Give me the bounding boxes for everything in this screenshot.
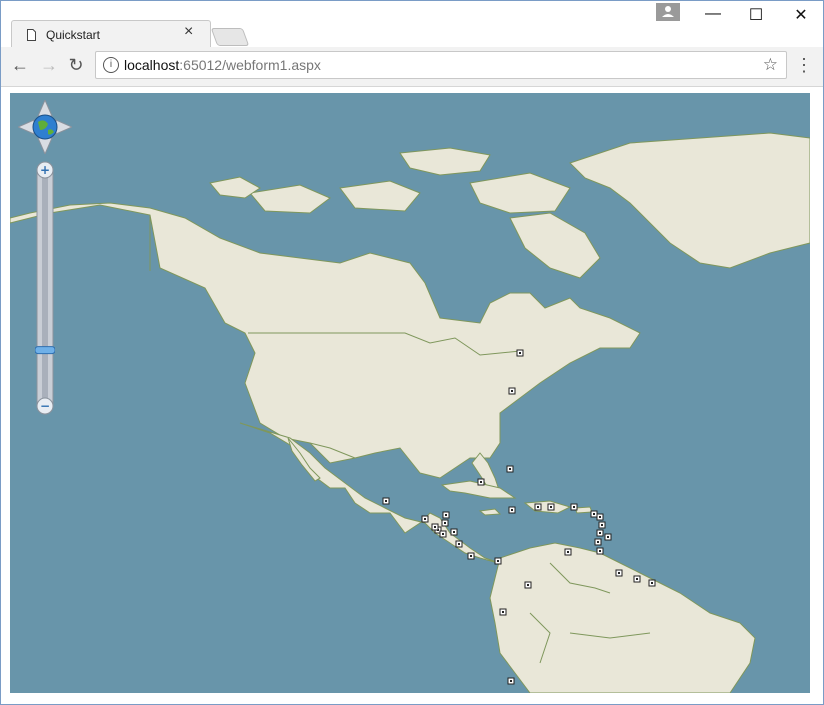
map-marker-dot [599, 532, 601, 534]
map-marker-dot [385, 500, 387, 502]
map-marker-dot [444, 522, 446, 524]
zoom-slider[interactable]: + − [34, 160, 56, 416]
profile-icon[interactable] [656, 3, 680, 21]
map-marker-dot [470, 555, 472, 557]
map-marker-dot [599, 550, 601, 552]
map-marker-dot [607, 536, 609, 538]
url-path: :65012/webform1.aspx [179, 57, 321, 73]
map-marker-dot [599, 516, 601, 518]
map-marker-dot [511, 509, 513, 511]
reload-button[interactable]: ↻ [64, 55, 88, 76]
map-marker-dot [636, 578, 638, 580]
bookmark-star-icon[interactable]: ☆ [763, 55, 778, 75]
map-marker-dot [601, 524, 603, 526]
user-icon [662, 6, 674, 17]
map-marker-dot [519, 352, 521, 354]
map-marker-dot [573, 506, 575, 508]
url-text[interactable]: localhost:65012/webform1.aspx [124, 57, 321, 73]
url-host: localhost [124, 57, 180, 73]
map-marker-dot [445, 514, 447, 516]
map-marker-dot [442, 533, 444, 535]
map-marker-dot [567, 551, 569, 553]
zoom-in-label: + [40, 163, 50, 177]
map-marker-dot [502, 611, 504, 613]
maximize-button[interactable]: ☐ [741, 5, 771, 25]
map-svg [10, 93, 810, 693]
pan-down-icon [37, 137, 53, 154]
pan-right-icon [55, 119, 72, 135]
back-button[interactable]: ← [8, 55, 32, 76]
map-marker-dot [458, 543, 460, 545]
pan-up-icon [37, 100, 53, 117]
pan-control[interactable] [18, 100, 72, 154]
new-tab-button[interactable] [210, 28, 250, 46]
map-marker-dot [597, 541, 599, 543]
zoom-slider-svg: + − [34, 161, 56, 415]
puerto-rico [574, 506, 593, 514]
map-marker-dot [593, 513, 595, 515]
map-marker-dot [497, 560, 499, 562]
minimize-button[interactable]: — [698, 5, 728, 23]
zoom-thumb[interactable] [34, 346, 56, 355]
tab-title: Quickstart [46, 28, 101, 42]
map-marker-dot [434, 526, 436, 528]
map-marker-dot [651, 582, 653, 584]
map-marker-dot [527, 584, 529, 586]
map-canvas[interactable]: + − [10, 93, 810, 693]
pan-left-icon [18, 119, 35, 135]
close-window-button[interactable]: ✕ [786, 5, 816, 25]
menu-icon[interactable]: ⋮ [795, 55, 813, 76]
address-bar[interactable]: i localhost:65012/webform1.aspx ☆ [95, 51, 787, 79]
map-marker-dot [618, 572, 620, 574]
map-marker-dot [510, 680, 512, 682]
browser-toolbar: ← → ↻ i localhost:65012/webform1.aspx ☆ … [1, 47, 823, 87]
forward-button[interactable]: → [37, 55, 61, 76]
map-marker-dot [537, 506, 539, 508]
tab-close-icon[interactable]: × [184, 23, 193, 41]
map-marker-dot [511, 390, 513, 392]
tab-quickstart[interactable]: Quickstart × [11, 20, 211, 50]
map-marker-dot [480, 481, 482, 483]
info-icon[interactable]: i [103, 57, 119, 73]
map-marker-dot [424, 518, 426, 520]
page-icon [27, 29, 36, 41]
zoom-out-label: − [40, 399, 50, 413]
title-bar: Quickstart × — ☐ ✕ [1, 1, 823, 50]
map-marker-dot [509, 468, 511, 470]
map-marker-dot [550, 506, 552, 508]
map-marker-dot [453, 531, 455, 533]
